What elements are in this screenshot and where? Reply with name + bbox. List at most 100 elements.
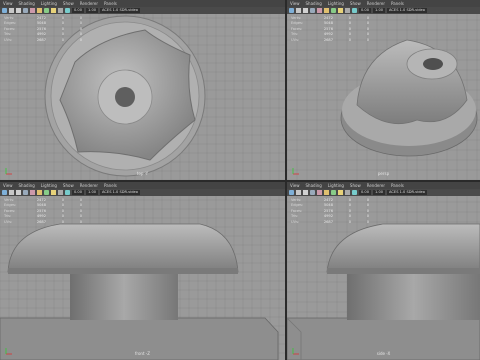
xray-icon[interactable] [352, 8, 357, 13]
wireframe-icon[interactable] [317, 190, 322, 195]
shadow-icon[interactable] [58, 8, 63, 13]
menu-item-lighting[interactable]: Lighting [41, 0, 57, 7]
knob-model-persp[interactable] [340, 39, 478, 157]
hud-label: UVs: [291, 219, 300, 224]
viewport-perspective[interactable]: View Shading Lighting Show Renderer Panels 0.0… [287, 0, 480, 180]
viewport-menu-bar: View Shading Lighting Show Renderer Panels [287, 182, 480, 189]
shadow-icon[interactable] [58, 190, 63, 195]
menu-item-show[interactable]: Show [350, 182, 361, 189]
shaded-icon[interactable] [324, 8, 329, 13]
grid-icon[interactable] [310, 8, 315, 13]
color-space-field[interactable]: ACES 1.0 SDR-video [100, 190, 140, 195]
menu-item-panels[interactable]: Panels [104, 0, 117, 7]
exposure-field[interactable]: 0.00 [72, 190, 85, 195]
menu-item-show[interactable]: Show [63, 0, 74, 7]
menu-item-renderer[interactable]: Renderer [367, 0, 385, 7]
xray-icon[interactable] [65, 190, 70, 195]
texture-icon[interactable] [44, 8, 49, 13]
camera-icon[interactable] [2, 8, 7, 13]
menu-item-view[interactable]: View [3, 182, 13, 189]
menu-item-shading[interactable]: Shading [306, 182, 322, 189]
menu-item-renderer[interactable]: Renderer [80, 182, 98, 189]
menu-item-lighting[interactable]: Lighting [41, 182, 57, 189]
texture-icon[interactable] [331, 190, 336, 195]
gamma-field[interactable]: 1.00 [373, 8, 386, 13]
poly-count-hud: Verts: 2472 0 0 Edges: 5048 0 0 Faces: 2576 0 0 Tris… [291, 198, 369, 225]
film-icon[interactable] [303, 8, 308, 13]
menu-item-shading[interactable]: Shading [306, 0, 322, 7]
shaded-icon[interactable] [37, 8, 42, 13]
camera-icon[interactable] [289, 8, 294, 13]
hud-row: UVs: 2687 0 0 [291, 38, 369, 43]
wireframe-icon[interactable] [30, 8, 35, 13]
lock-icon[interactable] [296, 190, 301, 195]
viewport-menu-bar: View Shading Lighting Show Renderer Panels [287, 0, 480, 7]
texture-icon[interactable] [44, 190, 49, 195]
xray-icon[interactable] [352, 190, 357, 195]
film-icon[interactable] [16, 190, 21, 195]
menu-item-show[interactable]: Show [350, 0, 361, 7]
viewport-toolbar: 0.00 1.00 ACES 1.0 SDR-video [0, 189, 285, 196]
film-icon[interactable] [303, 190, 308, 195]
menu-item-shading[interactable]: Shading [19, 182, 35, 189]
lock-icon[interactable] [9, 8, 14, 13]
menu-item-view[interactable]: View [3, 0, 13, 7]
shadow-icon[interactable] [345, 8, 350, 13]
menu-item-panels[interactable]: Panels [391, 0, 404, 7]
menu-item-lighting[interactable]: Lighting [328, 182, 344, 189]
light-icon[interactable] [51, 8, 56, 13]
wireframe-icon[interactable] [30, 190, 35, 195]
xray-icon[interactable] [65, 8, 70, 13]
menu-item-panels[interactable]: Panels [391, 182, 404, 189]
exposure-field[interactable]: 0.00 [359, 190, 372, 195]
shaded-icon[interactable] [324, 190, 329, 195]
menu-item-renderer[interactable]: Renderer [367, 182, 385, 189]
viewport-top[interactable]: View Shading Lighting Show Renderer Panels 0.0… [0, 0, 285, 180]
menu-item-shading[interactable]: Shading [19, 0, 35, 7]
camera-icon[interactable] [2, 190, 7, 195]
light-icon[interactable] [51, 190, 56, 195]
hud-count: 2687 [36, 37, 46, 42]
exposure-field[interactable]: 0.00 [359, 8, 372, 13]
color-space-field[interactable]: ACES 1.0 SDR-video [387, 190, 427, 195]
wireframe-icon[interactable] [317, 8, 322, 13]
hud-row: UVs: 2687 0 0 [4, 220, 82, 225]
film-icon[interactable] [16, 8, 21, 13]
hud-label: UVs: [4, 37, 13, 42]
menu-item-panels[interactable]: Panels [104, 182, 117, 189]
grid-icon[interactable] [23, 8, 28, 13]
light-icon[interactable] [338, 190, 343, 195]
menu-item-view[interactable]: View [290, 182, 300, 189]
gamma-field[interactable]: 1.00 [373, 190, 386, 195]
grid-icon[interactable] [23, 190, 28, 195]
camera-label: front -Z [135, 351, 150, 356]
lock-icon[interactable] [9, 190, 14, 195]
knob-model-front[interactable] [0, 223, 279, 360]
light-icon[interactable] [338, 8, 343, 13]
hud-row: UVs: 2687 0 0 [4, 38, 82, 43]
color-space-field[interactable]: ACES 1.0 SDR-video [100, 8, 140, 13]
camera-label: top -Y [136, 171, 149, 176]
viewport-side[interactable]: View Shading Lighting Show Renderer Panels 0.0… [287, 182, 480, 360]
viewport-toolbar: 0.00 1.00 ACES 1.0 SDR-video [0, 7, 285, 14]
color-space-field[interactable]: ACES 1.0 SDR-video [387, 8, 427, 13]
exposure-field[interactable]: 0.00 [72, 8, 85, 13]
shadow-icon[interactable] [345, 190, 350, 195]
viewport-menu-bar: View Shading Lighting Show Renderer Panels [0, 0, 285, 7]
grid-icon[interactable] [310, 190, 315, 195]
camera-icon[interactable] [289, 190, 294, 195]
gamma-field[interactable]: 1.00 [86, 190, 99, 195]
menu-item-show[interactable]: Show [63, 182, 74, 189]
viewport-front[interactable]: View Shading Lighting Show Renderer Panels 0.0… [0, 182, 285, 360]
poly-count-hud: Verts: 2472 0 0 Edges: 5048 0 0 Faces: 2576 0 0 Tris… [4, 198, 82, 225]
hud-count: 2687 [36, 219, 46, 224]
menu-item-renderer[interactable]: Renderer [80, 0, 98, 7]
gamma-field[interactable]: 1.00 [86, 8, 99, 13]
shaded-icon[interactable] [37, 190, 42, 195]
axis-gizmo-icon [292, 168, 299, 175]
hud-row: UVs: 2687 0 0 [291, 220, 369, 225]
lock-icon[interactable] [296, 8, 301, 13]
menu-item-view[interactable]: View [290, 0, 300, 7]
texture-icon[interactable] [331, 8, 336, 13]
menu-item-lighting[interactable]: Lighting [328, 0, 344, 7]
